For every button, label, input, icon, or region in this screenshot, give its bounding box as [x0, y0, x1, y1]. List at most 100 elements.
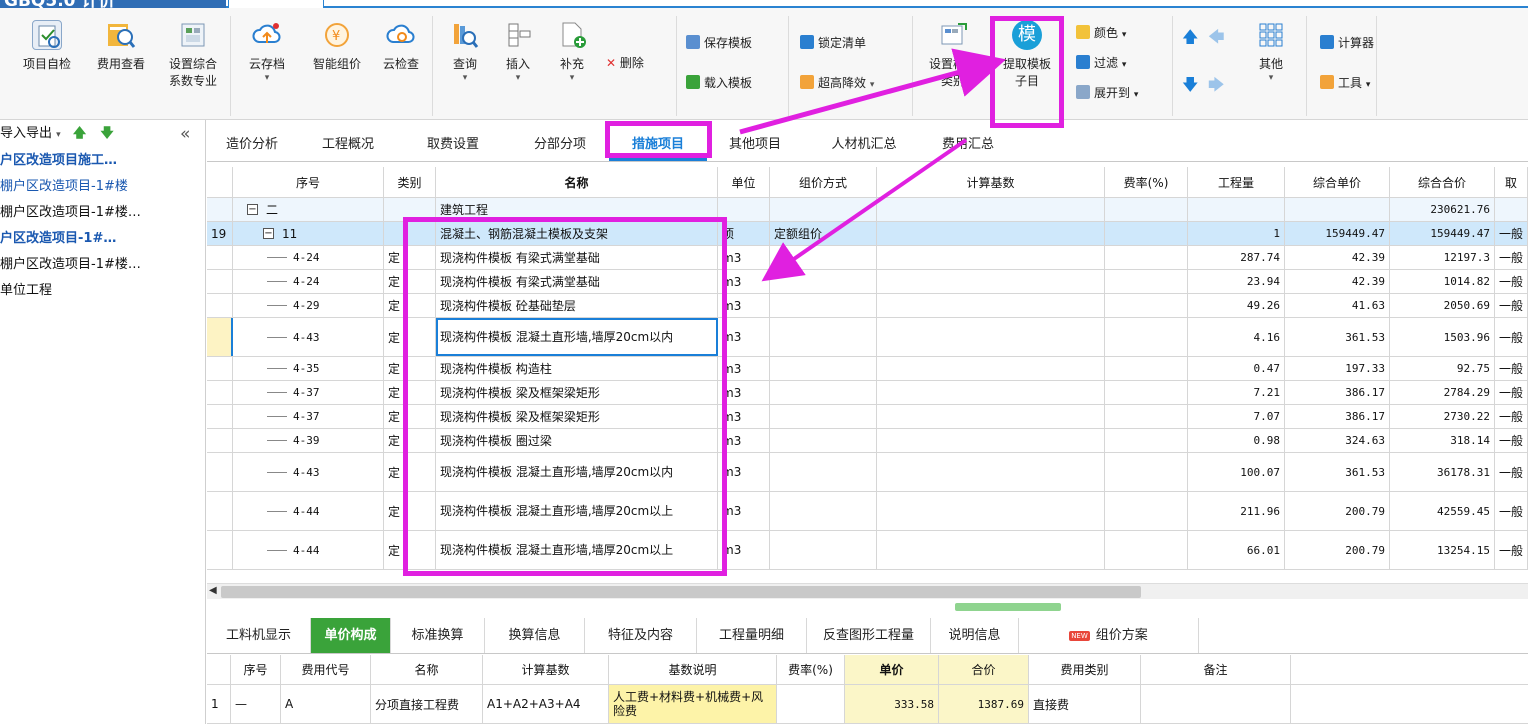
- collapse-box-icon[interactable]: −: [247, 204, 258, 215]
- cell-extra[interactable]: 一般: [1495, 357, 1528, 380]
- cell-unit[interactable]: m3: [718, 429, 770, 452]
- tab-1[interactable]: 工程概况: [307, 128, 389, 161]
- table-row[interactable]: 4-39 定 现浇构件模板 圈过梁 m3 0.98 324.63 318.14 一般: [207, 429, 1528, 453]
- cell-rate[interactable]: [1105, 294, 1188, 317]
- header-cell[interactable]: 计算基数: [483, 655, 609, 684]
- set-template-category-button[interactable]: 设置模板 类别: [918, 20, 988, 90]
- cell-type[interactable]: 定: [384, 492, 436, 530]
- cell-code[interactable]: A: [281, 685, 371, 723]
- cell-name[interactable]: 现浇构件模板 砼基础垫层: [436, 294, 718, 317]
- cell-name[interactable]: 现浇构件模板 圈过梁: [436, 429, 718, 452]
- cell-total[interactable]: 13254.15: [1390, 531, 1495, 569]
- tree-item[interactable]: 棚户区改造项目-1#楼…: [0, 252, 205, 278]
- cell-total[interactable]: 159449.47: [1390, 222, 1495, 245]
- high-reduce-button[interactable]: 超高降效 ▾: [800, 74, 874, 94]
- cell-rate[interactable]: [1105, 357, 1188, 380]
- cell-rate[interactable]: [1105, 222, 1188, 245]
- cell-type[interactable]: 定: [384, 429, 436, 452]
- tab-0[interactable]: 造价分析: [217, 128, 287, 161]
- cell-seq[interactable]: 4-43: [233, 453, 384, 491]
- cell-qty[interactable]: 7.07: [1188, 405, 1285, 428]
- cell-seq[interactable]: 4-35: [233, 357, 384, 380]
- cell-seq[interactable]: 4-24: [233, 270, 384, 293]
- cell-total[interactable]: 12197.3: [1390, 246, 1495, 269]
- detail-tab-0[interactable]: 工料机显示: [207, 618, 311, 653]
- cell-type[interactable]: 定: [384, 270, 436, 293]
- cell-total[interactable]: 2730.22: [1390, 405, 1495, 428]
- table-row[interactable]: − 二 建筑工程 230621.76: [207, 198, 1528, 222]
- header-cell[interactable]: 单价: [845, 655, 939, 684]
- panel-splitter[interactable]: [955, 603, 1061, 611]
- header-cell[interactable]: 综合单价: [1285, 167, 1390, 197]
- table-row[interactable]: 4-44 定 现浇构件模板 混凝土直形墙,墙厚20cm以上 m3 211.96 200.7…: [207, 492, 1528, 531]
- cell-seq[interactable]: 4-29: [233, 294, 384, 317]
- cell-extra[interactable]: 一般: [1495, 492, 1528, 530]
- cell-qty[interactable]: 1: [1188, 222, 1285, 245]
- header-cell[interactable]: 序号: [231, 655, 281, 684]
- cell-method[interactable]: [770, 492, 877, 530]
- cell-qty[interactable]: 7.21: [1188, 381, 1285, 404]
- table-row[interactable]: 4-43 定 现浇构件模板 混凝土直形墙,墙厚20cm以内 m3 100.07 361.5…: [207, 453, 1528, 492]
- cell-rate[interactable]: [1105, 318, 1188, 356]
- cell-extra[interactable]: 一般: [1495, 318, 1528, 356]
- cell-rate[interactable]: [777, 685, 845, 723]
- table-row[interactable]: 4-37 定 现浇构件模板 梁及框架梁矩形 m3 7.21 386.17 2784.29 一般: [207, 381, 1528, 405]
- cell-seq[interactable]: 4-43: [233, 318, 384, 356]
- table-row[interactable]: 4-35 定 现浇构件模板 构造柱 m3 0.47 197.33 92.75 一般: [207, 357, 1528, 381]
- cell-qty[interactable]: 49.26: [1188, 294, 1285, 317]
- cell-base[interactable]: [877, 492, 1105, 530]
- detail-tab-5[interactable]: 工程量明细: [697, 618, 807, 653]
- cell-price[interactable]: [1285, 198, 1390, 221]
- cell-name[interactable]: 建筑工程: [436, 198, 718, 221]
- cell-price[interactable]: 386.17: [1285, 381, 1390, 404]
- cell-total[interactable]: 1014.82: [1390, 270, 1495, 293]
- scrollbar-thumb[interactable]: [221, 586, 1141, 598]
- header-cell[interactable]: 费率(%): [777, 655, 845, 684]
- cell-unit[interactable]: m3: [718, 270, 770, 293]
- delete-button[interactable]: ✕ 删除: [606, 54, 644, 72]
- move-left-button[interactable]: 🡄: [1208, 28, 1225, 46]
- query-button[interactable]: 查询 ▾: [442, 20, 488, 83]
- cell-extra[interactable]: 一般: [1495, 246, 1528, 269]
- cell-base[interactable]: [877, 246, 1105, 269]
- cell-price[interactable]: 41.63: [1285, 294, 1390, 317]
- cell-total[interactable]: 2784.29: [1390, 381, 1495, 404]
- cell-rate[interactable]: [1105, 270, 1188, 293]
- header-cell[interactable]: 工程量: [1188, 167, 1285, 197]
- detail-tab-8[interactable]: NEW 组价方案: [1019, 618, 1199, 653]
- table-row[interactable]: 4-43 定 现浇构件模板 混凝土直形墙,墙厚20cm以内 m3 4.16 361.53 1…: [207, 318, 1528, 357]
- cell-unit[interactable]: m3: [718, 492, 770, 530]
- cell-name[interactable]: 现浇构件模板 混凝土直形墙,墙厚20cm以内: [436, 453, 718, 491]
- header-cell[interactable]: 合价: [939, 655, 1029, 684]
- other-button[interactable]: 其他 ▾: [1248, 20, 1294, 83]
- cell-method[interactable]: [770, 453, 877, 491]
- cell-unit[interactable]: m3: [718, 318, 770, 356]
- cell-name[interactable]: 现浇构件模板 梁及框架梁矩形: [436, 405, 718, 428]
- cell-price[interactable]: 200.79: [1285, 531, 1390, 569]
- cell-extra[interactable]: 一般: [1495, 270, 1528, 293]
- cell-method[interactable]: [770, 429, 877, 452]
- cloud-check-button[interactable]: 云检查: [376, 20, 426, 73]
- load-template-button[interactable]: 载入模板: [686, 74, 752, 92]
- cell-unit[interactable]: [718, 198, 770, 221]
- header-cell[interactable]: 序号: [233, 167, 384, 197]
- cell-unit[interactable]: m3: [718, 246, 770, 269]
- smart-pricing-button[interactable]: ¥ 智能组价: [302, 20, 372, 73]
- horizontal-scrollbar[interactable]: ◀: [207, 583, 1528, 599]
- cell-base[interactable]: [877, 453, 1105, 491]
- header-cell[interactable]: 费用类别: [1029, 655, 1141, 684]
- tab-6[interactable]: 人材机汇总: [812, 128, 916, 161]
- cell-total[interactable]: 318.14: [1390, 429, 1495, 452]
- cell-qty[interactable]: 4.16: [1188, 318, 1285, 356]
- cell-type[interactable]: 定: [384, 405, 436, 428]
- cell-base[interactable]: [877, 531, 1105, 569]
- cell-base[interactable]: [877, 381, 1105, 404]
- cell-cat[interactable]: 直接费: [1029, 685, 1141, 723]
- cell-name[interactable]: 混凝土、钢筋混凝土模板及支架: [436, 222, 718, 245]
- cell-name[interactable]: 现浇构件模板 有梁式满堂基础: [436, 270, 718, 293]
- cell-method[interactable]: 定额组价: [770, 222, 877, 245]
- header-cell[interactable]: 单位: [718, 167, 770, 197]
- cell-base[interactable]: [877, 357, 1105, 380]
- cell-method[interactable]: [770, 294, 877, 317]
- extract-template-button[interactable]: 模 提取模板 子目: [994, 20, 1060, 90]
